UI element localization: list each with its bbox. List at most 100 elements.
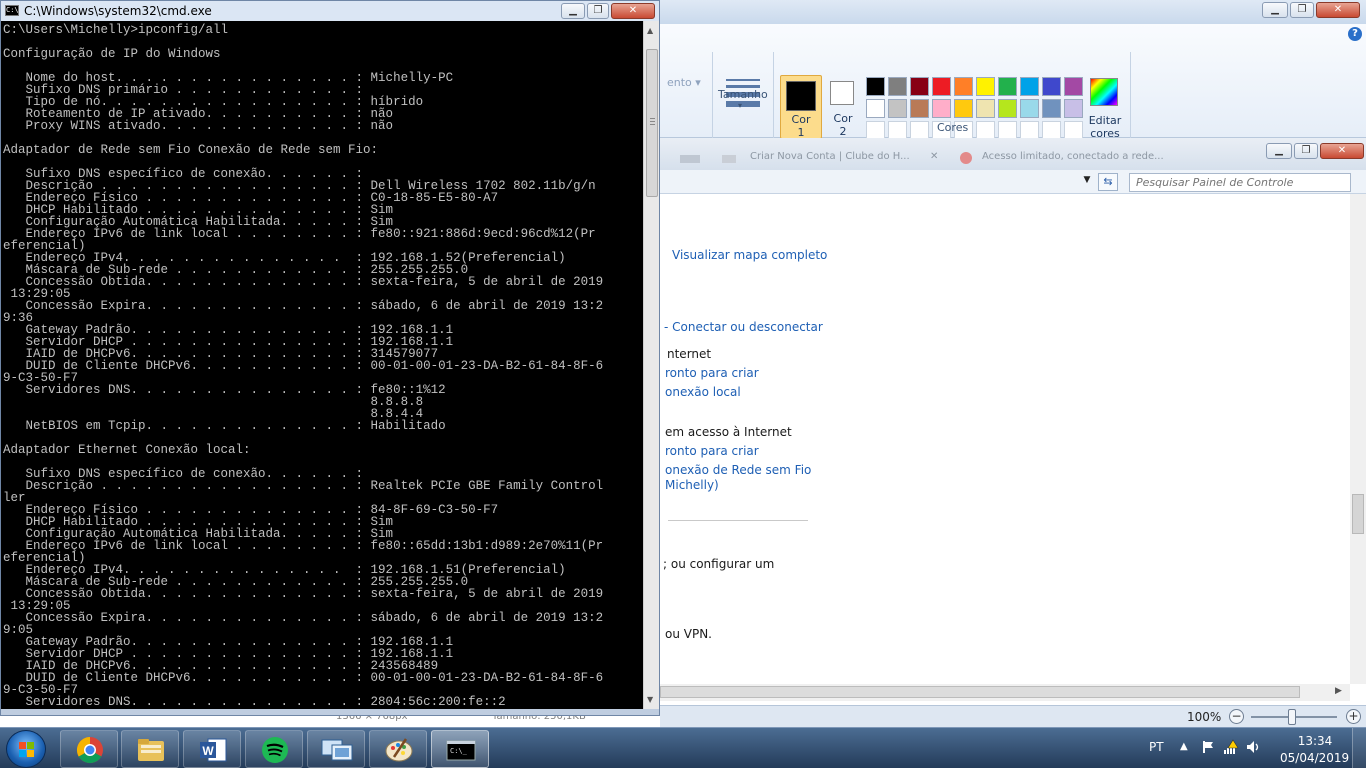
cmd-line: Endereço IPv6 de link local . . . . . . … <box>3 227 596 241</box>
taskbar-paint[interactable] <box>369 730 427 768</box>
show-desktop-button[interactable] <box>1352 728 1366 768</box>
volume-icon[interactable] <box>1245 739 1261 755</box>
palette-swatch[interactable] <box>1020 99 1039 118</box>
palette-swatch[interactable] <box>888 77 907 96</box>
palette-swatch[interactable] <box>932 77 951 96</box>
edit-colors-button[interactable]: Editar cores <box>1086 77 1124 141</box>
zoom-level: 100% <box>1187 710 1222 724</box>
palette-swatch[interactable] <box>1020 77 1039 96</box>
palette-swatch[interactable] <box>910 77 929 96</box>
cmd-line: Concessão Expira. . . . . . . . . . . . … <box>3 299 604 313</box>
start-button[interactable] <box>6 730 46 768</box>
cmd-scroll-thumb[interactable] <box>646 49 658 197</box>
palette-swatch[interactable] <box>976 77 995 96</box>
taskbar: W C:\_ PT ▲ 13:34 05/04/2019 <box>0 727 1366 768</box>
refresh-icon[interactable]: ⇆ <box>1098 173 1118 191</box>
cmd-line: Concessão Expira. . . . . . . . . . . . … <box>3 611 604 625</box>
cmd-console-output[interactable]: C:\Users\Michelly>ipconfig/all Configuraç… <box>1 21 643 709</box>
palette-swatch[interactable] <box>932 99 951 118</box>
palette-swatch[interactable] <box>954 99 973 118</box>
cp-close-button[interactable]: ✕ <box>1320 143 1364 159</box>
ghost-tab-2: Acesso limitado, conectado a rede... <box>982 151 1164 162</box>
cmd-minimize-button[interactable]: ▁ <box>561 3 585 19</box>
zoom-slider-thumb[interactable] <box>1288 709 1296 725</box>
palette-swatch[interactable] <box>998 77 1017 96</box>
clock-time[interactable]: 13:34 <box>1285 734 1345 748</box>
view-full-map-link[interactable]: Visualizar mapa completo <box>672 248 827 262</box>
taskbar-remote-desktop[interactable] <box>307 730 365 768</box>
edit-colors-label: Editar <box>1088 114 1122 127</box>
windows-logo-icon <box>19 742 35 758</box>
language-indicator[interactable]: PT <box>1149 740 1164 754</box>
paint-minimize-button[interactable]: ▁ <box>1262 2 1288 18</box>
palette-swatch[interactable] <box>910 99 929 118</box>
taskbar-spotify[interactable] <box>245 730 303 768</box>
control-panel-window: Criar Nova Conta | Clube do H... ✕ Acess… <box>660 138 1366 705</box>
taskbar-word[interactable]: W <box>183 730 241 768</box>
connect-disconnect-link[interactable]: - Conectar ou desconectar <box>664 320 823 334</box>
cp-vertical-scrollbar[interactable] <box>1350 194 1366 684</box>
control-panel-address-bar: ▼ ⇆ <box>660 170 1366 194</box>
cp-minimize-button[interactable]: ▁ <box>1266 143 1292 159</box>
cp-vertical-scroll-thumb[interactable] <box>1352 494 1364 534</box>
internet-status-text: nternet <box>667 347 712 361</box>
palette-swatch[interactable] <box>866 99 885 118</box>
help-icon[interactable]: ? <box>1348 27 1362 41</box>
palette-swatch[interactable] <box>866 77 885 96</box>
zoom-out-button[interactable]: − <box>1229 709 1244 724</box>
cp-horizontal-scroll-thumb[interactable] <box>660 686 1300 698</box>
taskbar-cmd[interactable]: C:\_ <box>431 730 489 768</box>
scroll-up-icon[interactable]: ▲ <box>647 26 653 35</box>
remote-desktop-icon <box>321 739 353 761</box>
address-dropdown-icon[interactable]: ▼ <box>1080 175 1094 189</box>
control-panel-search-input[interactable] <box>1129 173 1351 192</box>
scroll-right-icon[interactable]: ▶ <box>1335 686 1342 696</box>
zoom-in-button[interactable]: + <box>1346 709 1361 724</box>
no-internet-status-text: em acesso à Internet <box>665 425 792 439</box>
cmd-line: DUID de Cliente DHCPv6. . . . . . . . . … <box>3 671 604 685</box>
palette-swatch[interactable] <box>1064 99 1083 118</box>
network-signal-icon[interactable] <box>1223 739 1239 755</box>
action-center-flag-icon[interactable] <box>1200 739 1216 755</box>
palette-swatch[interactable] <box>954 77 973 96</box>
ready-to-create-link-2[interactable]: ronto para criar <box>665 444 759 458</box>
cp-horizontal-scrollbar[interactable]: ▶ <box>660 684 1350 701</box>
wifi-connection-link[interactable]: onexão de Rede sem Fio <box>665 463 811 477</box>
wifi-name-link[interactable]: Michelly) <box>665 478 719 492</box>
show-hidden-icons-button[interactable]: ▲ <box>1180 741 1188 752</box>
cmd-line: Adaptador Ethernet Conexão local: <box>3 443 251 457</box>
palette-swatch[interactable] <box>888 99 907 118</box>
color1-button[interactable]: Cor 1 <box>780 75 822 139</box>
cmd-vertical-scrollbar[interactable]: ▲ ▼ <box>643 21 659 709</box>
paint-maximize-button[interactable]: ❐ <box>1290 2 1314 18</box>
cmd-close-button[interactable]: ✕ <box>611 3 655 19</box>
color1-label: Cor <box>791 113 811 126</box>
tamanho-dropdown-icon[interactable]: ▾ <box>738 101 742 110</box>
palette-swatch[interactable] <box>1042 99 1061 118</box>
cmd-maximize-button[interactable]: ❐ <box>587 3 609 19</box>
cp-maximize-button[interactable]: ❐ <box>1294 143 1318 159</box>
ghost-tab-1: Criar Nova Conta | Clube do H... <box>750 151 910 162</box>
taskbar-chrome[interactable] <box>60 730 118 768</box>
color2-swatch <box>830 81 854 105</box>
control-panel-tabsbar: Criar Nova Conta | Clube do H... ✕ Acess… <box>660 138 1366 170</box>
color2-button[interactable]: Cor 2 <box>823 75 863 139</box>
local-connection-link[interactable]: onexão local <box>665 385 741 399</box>
palette-swatch[interactable] <box>976 99 995 118</box>
cmd-line: Endereço IPv6 de link local . . . . . . … <box>3 539 604 553</box>
cmd-line: Descrição . . . . . . . . . . . . . . . … <box>3 479 604 493</box>
cmd-line: DUID de Cliente DHCPv6. . . . . . . . . … <box>3 359 604 373</box>
scroll-down-icon[interactable]: ▼ <box>647 695 653 704</box>
ready-to-create-link-1[interactable]: ronto para criar <box>665 366 759 380</box>
clock-date[interactable]: 05/04/2019 <box>1280 751 1349 765</box>
paint-close-button[interactable]: ✕ <box>1316 2 1360 18</box>
spotify-icon <box>262 737 288 763</box>
taskbar-explorer[interactable] <box>121 730 179 768</box>
cmd-line: Concessão Obtida. . . . . . . . . . . . … <box>3 275 604 289</box>
content-divider <box>668 520 808 521</box>
palette-swatch[interactable] <box>1064 77 1083 96</box>
tamanho-label[interactable]: Tamanho <box>718 88 768 101</box>
palette-swatch[interactable] <box>998 99 1017 118</box>
palette-swatch[interactable] <box>1042 77 1061 96</box>
cmd-text-lines: C:\Users\Michelly>ipconfig/all Configuraç… <box>3 24 604 709</box>
